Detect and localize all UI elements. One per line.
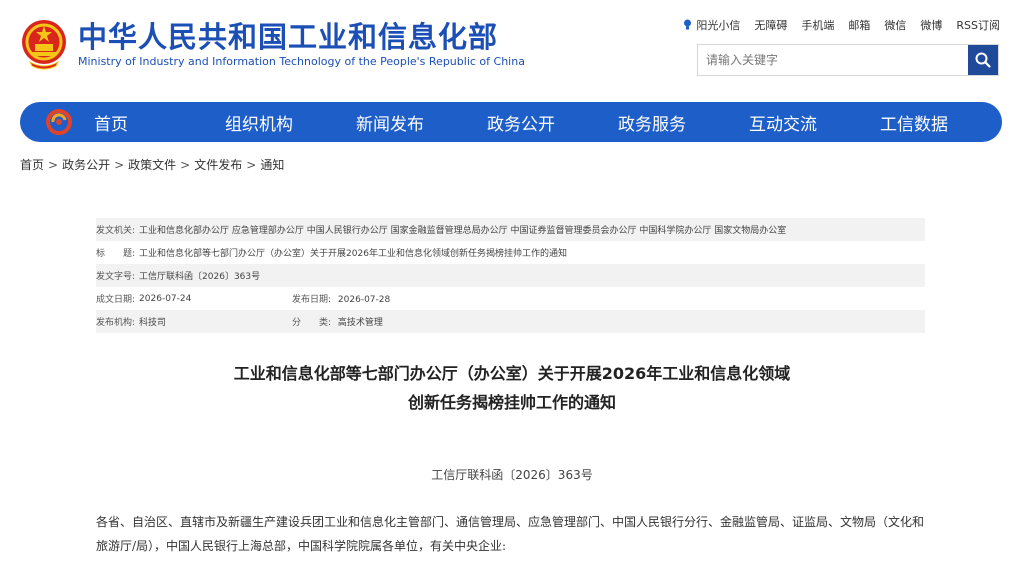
site-title[interactable]: 中华人民共和国工业和信息化部 — [78, 20, 498, 54]
org-value: 科技司 — [139, 318, 167, 328]
nav-item-services[interactable]: 政务服务 — [618, 110, 749, 135]
category-value: 高技术管理 — [337, 318, 383, 328]
top-link-email[interactable]: 邮箱 — [848, 17, 870, 33]
top-link-wechat[interactable]: 微信 — [884, 17, 906, 33]
top-link-mobile[interactable]: 手机端 — [801, 17, 834, 33]
article-title-line1: 工业和信息化部等七部门办公厅（办公室）关于开展2026年工业和信息化领域 — [233, 364, 791, 383]
pub-date-label: 发布日期: — [292, 295, 332, 305]
title-value: 工业和信息化部等七部门办公厅（办公室）关于开展2026年工业和信息化领域创新任务… — [139, 249, 567, 259]
doc-number-label: 发文字号: — [96, 272, 136, 282]
breadcrumb-home[interactable]: 首页 — [20, 158, 44, 172]
site-subtitle: Ministry of Industry and Information Tec… — [78, 55, 525, 68]
nav-item-home[interactable]: 首页 — [94, 110, 225, 135]
top-link-accessibility[interactable]: 无障碍 — [754, 17, 787, 33]
top-link-label: 阳光小信 — [696, 19, 741, 32]
nav-item-interaction[interactable]: 互动交流 — [749, 110, 880, 135]
search-input[interactable] — [698, 45, 968, 75]
date-label: 成文日期: — [96, 295, 136, 305]
breadcrumb-separator: > — [180, 158, 191, 172]
breadcrumb-notice[interactable]: 通知 — [260, 158, 284, 172]
top-links: 阳光小信 无障碍 手机端 邮箱 微信 微博 RSS订阅 — [683, 17, 1000, 33]
breadcrumb-separator: > — [114, 158, 125, 172]
info-row-title: 标 题: 工业和信息化部等七部门办公厅（办公室）关于开展2026年工业和信息化领… — [96, 241, 925, 264]
title-label: 标 题: — [96, 249, 136, 259]
breadcrumb-policy-files[interactable]: 政策文件 — [128, 158, 176, 172]
search-box — [697, 44, 999, 76]
breadcrumb: 首页 > 政务公开 > 政策文件 > 文件发布 > 通知 — [20, 156, 284, 173]
breadcrumb-file-release[interactable]: 文件发布 — [194, 158, 242, 172]
nav-item-government-affairs[interactable]: 政务公开 — [487, 110, 618, 135]
nav-item-data[interactable]: 工信数据 — [880, 110, 1011, 135]
breadcrumb-separator: > — [48, 158, 59, 172]
top-link-sunshine[interactable]: 阳光小信 — [683, 17, 740, 33]
top-link-rss[interactable]: RSS订阅 — [956, 17, 1000, 33]
search-button[interactable] — [968, 45, 998, 75]
article-doc-number: 工信厅联科函〔2026〕363号 — [431, 468, 593, 482]
nav-item-organization[interactable]: 组织机构 — [225, 110, 356, 135]
info-row-doc-number: 发文字号: 工信厅联科函〔2026〕363号 — [96, 264, 925, 287]
article-body: 各省、自治区、直辖市及新疆生产建设兵团工业和信息化主管部门、通信管理局、应急管理… — [96, 515, 925, 553]
info-row-org: 发布机构: 科技司 分 类: 高技术管理 — [96, 310, 925, 333]
pub-date-group: 发布日期: 2026-07-28 — [292, 292, 390, 305]
document-info-table: 发文机关: 工业和信息化部办公厅 应急管理部办公厅 中国人民银行办公厅 国家金融… — [96, 218, 925, 333]
breadcrumb-separator: > — [246, 158, 257, 172]
search-icon — [975, 52, 991, 68]
doc-number-value: 工信厅联科函〔2026〕363号 — [139, 272, 261, 282]
article-title-line2: 创新任务揭榜挂帅工作的通知 — [407, 393, 616, 412]
top-link-weibo[interactable]: 微博 — [920, 17, 942, 33]
national-emblem-icon[interactable] — [20, 18, 68, 70]
nav-item-news[interactable]: 新闻发布 — [356, 110, 487, 135]
main-nav: 首页 组织机构 新闻发布 政务公开 政务服务 互动交流 工信数据 — [20, 102, 1002, 142]
issuer-value: 工业和信息化部办公厅 应急管理部办公厅 中国人民银行办公厅 国家金融监督管理总局… — [139, 226, 787, 236]
miit-logo-icon[interactable] — [46, 102, 72, 142]
category-group: 分 类: 高技术管理 — [292, 315, 383, 328]
lightbulb-icon — [684, 19, 692, 30]
date-value: 2026-07-24 — [139, 293, 192, 304]
info-row-issuer: 发文机关: 工业和信息化部办公厅 应急管理部办公厅 中国人民银行办公厅 国家金融… — [96, 218, 925, 241]
info-row-dates: 成文日期: 2026-07-24 发布日期: 2026-07-28 — [96, 287, 925, 310]
site-header: 中华人民共和国工业和信息化部 Ministry of Industry and … — [0, 0, 1024, 100]
category-label: 分 类: — [292, 318, 332, 328]
pub-date-value: 2026-07-28 — [337, 295, 391, 305]
breadcrumb-government-affairs[interactable]: 政务公开 — [62, 158, 110, 172]
org-label: 发布机构: — [96, 318, 136, 328]
nav-items: 首页 组织机构 新闻发布 政务公开 政务服务 互动交流 工信数据 — [94, 110, 1011, 135]
issuer-label: 发文机关: — [96, 226, 136, 236]
